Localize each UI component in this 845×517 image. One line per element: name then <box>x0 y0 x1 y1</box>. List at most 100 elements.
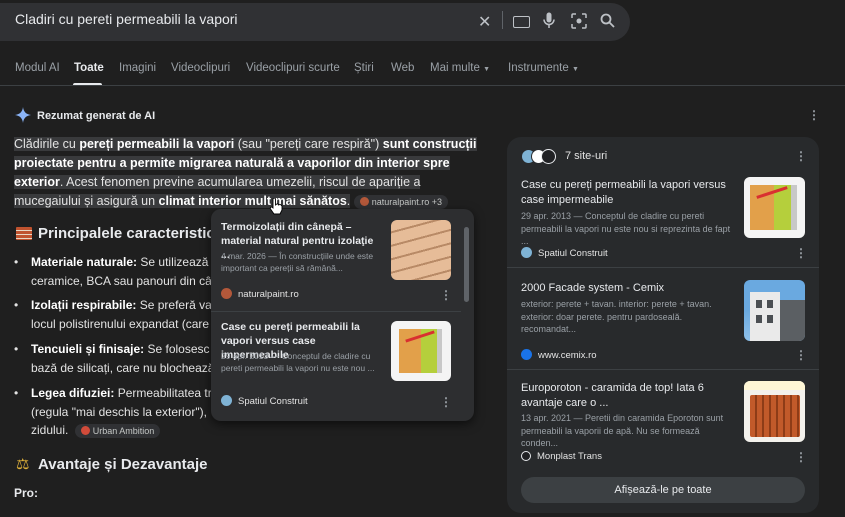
tab-images[interactable]: Imagini <box>119 62 156 74</box>
source-chip-label: naturalpaint.ro +3 <box>371 197 443 207</box>
site-source-label: www.cemix.ro <box>538 350 597 361</box>
search-input[interactable]: Cladiri cu pereti permeabili la vapori <box>15 11 238 27</box>
source-popup: Termoizolații din cânepă – material natu… <box>211 209 474 421</box>
search-divider <box>502 11 503 29</box>
bullet-text: (regula "mai deschis la exterior"), <box>31 404 207 419</box>
list-item: • Legea difuziei: Permeabilitatea tr (reg… <box>14 384 214 440</box>
site-source-label: Monplast Trans <box>537 451 602 462</box>
sparkle-icon <box>15 107 31 123</box>
tools-button[interactable]: Instrumente ▼ <box>508 62 579 74</box>
tab-news[interactable]: Știri <box>354 62 374 74</box>
bullet-label: Legea difuziei: <box>31 386 115 400</box>
source-chip-label: Urban Ambition <box>92 426 155 436</box>
site-card-source[interactable]: www.cemix.ro <box>521 349 597 361</box>
tab-more[interactable]: Mai multe ▼ <box>430 62 490 74</box>
microphone-icon[interactable] <box>543 12 555 29</box>
sites-divider <box>507 369 819 370</box>
site-card-menu-icon[interactable]: ⋮ <box>795 246 807 260</box>
intro-bold-3: climat interior mult mai sănătos <box>158 194 347 208</box>
popup-scrollbar[interactable] <box>464 227 469 302</box>
site-card-snippet: 29 apr. 2013 — Conceptul de cladire cu p… <box>521 211 731 246</box>
popup-card-menu-icon[interactable]: ⋮ <box>440 395 452 409</box>
bullet-text: ceramice, BCA sau panouri din câ <box>31 273 212 288</box>
site-card-menu-icon[interactable]: ⋮ <box>795 450 807 464</box>
cemix-favicon-icon <box>521 349 532 360</box>
tools-label: Instrumente <box>508 62 569 74</box>
pro-label: Pro: <box>14 486 38 500</box>
urban-ambition-favicon-icon <box>80 426 90 435</box>
site-card-title[interactable]: Europoroton - caramida de top! Iata 6 av… <box>521 381 731 411</box>
bullet-text: zidului. <box>31 423 69 437</box>
bullet-dot: • <box>14 298 19 312</box>
sites-count: 7 site-uri <box>565 150 608 162</box>
tabs-divider <box>0 85 845 86</box>
site-thumb-facade[interactable] <box>744 280 805 341</box>
site-card-menu-icon[interactable]: ⋮ <box>795 348 807 362</box>
tab-videos[interactable]: Videoclipuri <box>171 62 230 74</box>
tab-web[interactable]: Web <box>391 62 414 74</box>
popup-divider <box>211 311 461 312</box>
list-item: • Tencuieli și finisaje: Se folosesc t ba… <box>14 340 214 377</box>
sites-panel-menu-icon[interactable]: ⋮ <box>795 149 807 163</box>
bullet-label: Materiale naturale: <box>31 255 138 269</box>
popup-thumb-cork <box>391 220 451 280</box>
keyboard-icon[interactable] <box>513 16 530 28</box>
site-favicons-stack <box>521 149 561 164</box>
search-icon[interactable] <box>600 13 615 28</box>
bullet-text: Se utilizează <box>140 255 209 269</box>
site-card-source[interactable]: Spatiul Construit <box>521 247 608 259</box>
site-card-title[interactable]: 2000 Facade system - Cemix <box>521 281 731 296</box>
naturalpaint-favicon-icon <box>221 288 232 299</box>
ai-overview-menu-icon[interactable]: ⋮ <box>808 108 820 122</box>
tab-all[interactable]: Toate <box>74 62 104 74</box>
tab-short-videos[interactable]: Videoclipuri scurte <box>246 62 340 74</box>
bullet-text: locul polistirenului expandat (care <box>31 316 210 331</box>
site-thumb-brick[interactable] <box>744 381 805 442</box>
tab-ai-mode[interactable]: Modul AI <box>15 62 60 74</box>
site-card-title[interactable]: Case cu pereți permeabili la vapori vers… <box>521 178 731 208</box>
site-card-source[interactable]: Monplast Trans <box>521 451 602 462</box>
site-card-snippet: exterior: perete + tavan. interior: pere… <box>521 299 712 334</box>
popup-card-snippet: 29 apr. 2013 — Conceptul de cladire cu p… <box>221 351 375 373</box>
show-all-button[interactable]: Afișează-le pe toate <box>521 477 805 503</box>
intro-bold-1: pereți permeabili la vapori <box>79 137 235 151</box>
intro-text-2: (sau "pereți care respiră") <box>234 137 383 151</box>
popup-card-source[interactable]: Spatiul Construit <box>221 395 308 407</box>
popup-card-menu-icon[interactable]: ⋮ <box>440 288 452 302</box>
bullet-label: Izolații respirabile: <box>31 298 137 312</box>
site-card-snippet: 13 apr. 2021 — Peretii din caramida Epor… <box>521 413 724 448</box>
site-source-label: Spatiul Construit <box>538 248 608 259</box>
ai-overview-title: Rezumat generat de AI <box>37 110 156 122</box>
popup-card[interactable]: Case cu pereți permeabili la vapori vers… <box>211 313 461 413</box>
lens-icon[interactable] <box>571 13 587 29</box>
bullet-dot: • <box>14 386 19 400</box>
popup-card-snippet: 4 mar. 2026 — În construcțiile unde este… <box>221 251 374 273</box>
clear-icon[interactable]: ✕ <box>478 12 491 32</box>
ai-overview-intro: Clădirile cu pereți permeabili la vapori… <box>14 135 484 211</box>
intro-text-1: Clădirile cu <box>14 137 80 151</box>
site-thumb-wall-diagram[interactable] <box>744 177 805 238</box>
list-item: • Materiale naturale: Se utilizează ceram… <box>14 253 214 290</box>
chevron-down-icon: ▼ <box>571 66 579 73</box>
bullet-text: Se folosesc t <box>147 342 215 356</box>
sites-divider <box>507 267 819 268</box>
bullet-dot: • <box>14 342 19 356</box>
spatiul-construit-favicon-icon <box>521 247 532 258</box>
section-title-pros-cons: Avantaje și Dezavantaje <box>38 456 208 473</box>
bullet-dot: • <box>14 255 19 269</box>
popup-thumb-wall-diagram <box>391 321 451 381</box>
chevron-down-icon: ▼ <box>483 66 490 73</box>
bullet-text: Se preferă vat <box>139 298 214 312</box>
bullet-text: Permeabilitatea tr <box>117 386 212 400</box>
list-item: • Izolații respirabile: Se preferă vat lo… <box>14 296 214 333</box>
popup-source-label: Spatiul Construit <box>238 396 308 407</box>
popup-card[interactable]: Termoizolații din cânepă – material natu… <box>211 209 461 309</box>
bullet-text: bază de silicați, care nu blochează <box>31 360 214 375</box>
tab-more-label: Mai multe <box>430 62 480 74</box>
source-chip-naturalpaint[interactable]: naturalpaint.ro +3 <box>353 195 449 209</box>
source-chip-urban-ambition[interactable]: Urban Ambition <box>74 424 161 438</box>
popup-card-source[interactable]: naturalpaint.ro <box>221 288 299 300</box>
bricks-emoji-icon <box>16 227 32 240</box>
favicon-icon <box>541 149 556 164</box>
naturalpaint-favicon-icon <box>359 197 369 206</box>
